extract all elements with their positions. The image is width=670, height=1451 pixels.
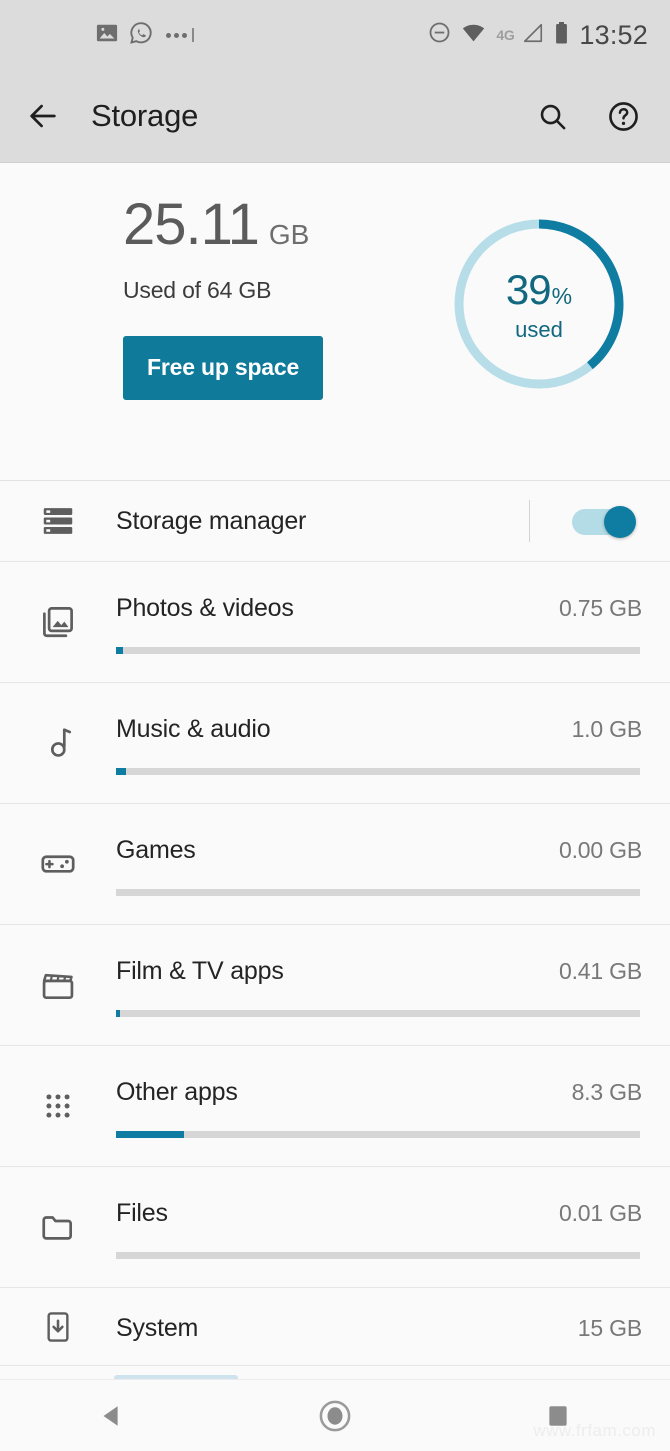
nav-back-icon[interactable] <box>52 1380 172 1451</box>
mobile-signal-icon <box>522 22 544 49</box>
search-icon[interactable] <box>537 101 568 132</box>
system-icon <box>0 1310 116 1344</box>
table-row[interactable]: Files 0.01 GB <box>0 1167 670 1288</box>
usage-bar <box>116 889 640 896</box>
table-row-head: Other apps 8.3 GB <box>116 1046 642 1107</box>
table-row-head: System 15 GB <box>116 1288 642 1343</box>
row-divider <box>529 500 530 542</box>
table-row-size: 1.0 GB <box>571 716 643 742</box>
photos-videos-icon <box>0 603 116 641</box>
table-row-size: 8.3 GB <box>571 1079 643 1105</box>
other-apps-icon <box>0 1089 116 1123</box>
table-row-head: Film & TV apps 0.41 GB <box>116 925 642 986</box>
used-amount: 25.11 GB <box>123 191 323 258</box>
table-row-size: 15 GB <box>577 1315 642 1341</box>
table-row-body: Music & audio 1.0 GB <box>116 683 646 775</box>
storage-settings-screen: 4G 13:52 Storage 25.11 GB Used of 64 GB … <box>0 0 670 1451</box>
storage-manager-label: Storage manager <box>116 506 307 535</box>
table-row-name: Photos & videos <box>116 594 294 622</box>
back-arrow-icon[interactable] <box>26 99 60 133</box>
table-row-size: 0.01 GB <box>559 1200 642 1226</box>
toggle-thumb <box>604 505 636 538</box>
table-row-name: System <box>116 1314 199 1342</box>
nav-home-icon[interactable] <box>275 1380 395 1451</box>
table-row-name: Other apps <box>116 1078 238 1106</box>
table-row-size: 0.41 GB <box>559 958 642 984</box>
storage-summary-text: 25.11 GB Used of 64 GB Free up space <box>123 191 324 400</box>
total-capacity-label: Used of 64 GB <box>123 277 272 303</box>
free-up-space-button[interactable]: Free up space <box>123 336 324 400</box>
film-tv-icon <box>0 966 116 1004</box>
app-bar: Storage <box>0 70 670 163</box>
help-icon[interactable] <box>607 100 640 133</box>
used-amount-unit: GB <box>268 219 310 250</box>
status-bar-system-icons: 4G 13:52 <box>428 20 648 51</box>
table-row-body: Files 0.01 GB <box>116 1167 646 1259</box>
music-audio-icon <box>0 725 116 761</box>
usage-bar <box>116 1010 640 1017</box>
image-icon <box>96 22 118 49</box>
usage-bar <box>116 1131 640 1138</box>
table-row-body: Other apps 8.3 GB <box>116 1046 646 1138</box>
table-row-size: 0.00 GB <box>559 837 642 863</box>
storage-usage-gauge: 39 % used <box>450 215 628 393</box>
table-row-body: Photos & videos 0.75 GB <box>116 562 646 654</box>
usage-bar-fill <box>116 1010 121 1017</box>
files-icon <box>0 1208 116 1246</box>
usage-bar-fill <box>116 768 126 775</box>
usage-bar-fill <box>116 647 124 654</box>
storage-list: Storage manager Photos & videos 0.75 GB … <box>0 481 670 1366</box>
storage-manager-row[interactable]: Storage manager <box>0 481 670 562</box>
table-row-name: Games <box>116 836 196 864</box>
usage-bar <box>116 1252 640 1259</box>
do-not-disturb-icon <box>428 21 451 49</box>
storage-manager-icon <box>0 503 116 539</box>
table-row-head: Games 0.00 GB <box>116 804 642 865</box>
storage-manager-toggle[interactable] <box>572 505 636 538</box>
status-bar: 4G 13:52 <box>0 0 670 70</box>
table-row[interactable]: Music & audio 1.0 GB <box>0 683 670 804</box>
storage-manager-body: Storage manager <box>116 481 646 561</box>
table-row-name: Film & TV apps <box>116 957 284 985</box>
used-amount-value: 25.11 <box>123 192 260 257</box>
wifi-icon <box>461 20 486 50</box>
whatsapp-icon <box>129 21 153 50</box>
table-row-body: Film & TV apps 0.41 GB <box>116 925 646 1017</box>
table-row-name: Files <box>116 1199 168 1227</box>
games-icon <box>0 845 116 883</box>
app-bar-actions <box>537 100 648 133</box>
usage-bar <box>116 647 640 654</box>
usage-bar <box>116 768 640 775</box>
page-title: Storage <box>91 98 199 133</box>
table-row[interactable]: Other apps 8.3 GB <box>0 1046 670 1167</box>
status-bar-clock: 13:52 <box>579 19 648 50</box>
status-bar-notifications <box>96 21 194 50</box>
watermark: www.frfam.com <box>533 1421 656 1440</box>
table-row-head: Music & audio 1.0 GB <box>116 683 642 744</box>
table-row-size: 0.75 GB <box>559 595 642 621</box>
storage-manager-controls <box>529 481 642 561</box>
more-notifications-icon <box>166 28 194 42</box>
table-row[interactable]: Games 0.00 GB <box>0 804 670 925</box>
table-row[interactable]: Photos & videos 0.75 GB <box>0 562 670 683</box>
table-row-head: Photos & videos 0.75 GB <box>116 562 642 623</box>
network-type-label: 4G <box>496 27 515 43</box>
table-row[interactable]: System 15 GB <box>0 1288 670 1366</box>
usage-bar-fill <box>116 1131 185 1138</box>
table-row[interactable]: Film & TV apps 0.41 GB <box>0 925 670 1046</box>
table-row-head: Files 0.01 GB <box>116 1167 642 1228</box>
table-row-name: Music & audio <box>116 715 271 743</box>
storage-summary: 25.11 GB Used of 64 GB Free up space 39 … <box>0 163 670 481</box>
battery-icon <box>554 21 569 50</box>
table-row-body: System 15 GB <box>116 1288 646 1343</box>
table-row-body: Games 0.00 GB <box>116 804 646 896</box>
